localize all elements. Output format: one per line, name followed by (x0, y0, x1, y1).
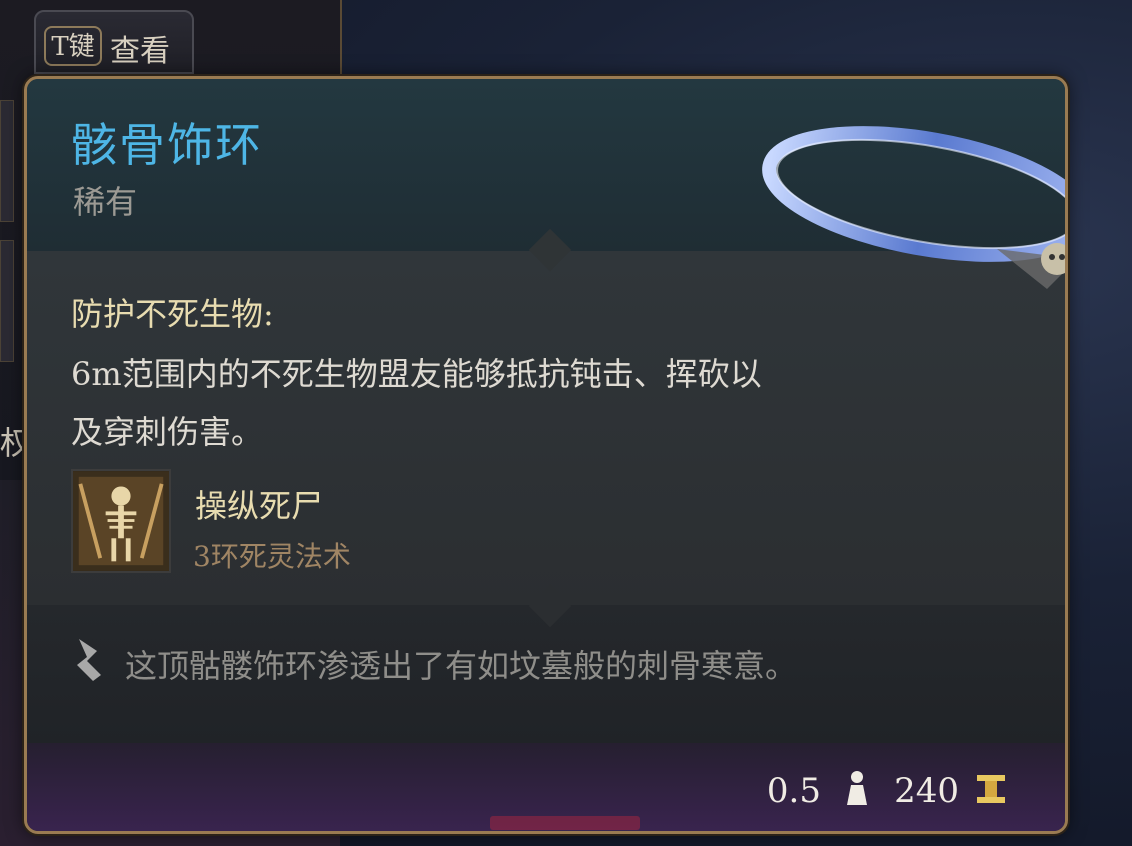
flavor-text: 这顶骷髅饰环渗透出了有如坟墓般的刺骨寒意。 (125, 647, 798, 685)
weight-value: 0.5 (766, 771, 821, 811)
price-value: 240 (894, 771, 959, 811)
t-key-badge: T键 (44, 26, 102, 66)
weight-icon (847, 771, 867, 805)
effect-description: 6m范围内的不死生物盟友能够抵抗钝击、挥砍以及穿刺伤害。 (71, 355, 762, 451)
item-rarity: 稀有 (73, 183, 138, 221)
inventory-slot (0, 240, 14, 362)
spell-name: 操纵死尸 (195, 487, 324, 525)
item-name: 骸骨饰环 (71, 118, 263, 172)
inspect-hint[interactable]: T键 查看 (34, 10, 194, 74)
spell-level: 3环死灵法术 (193, 540, 351, 573)
gold-coin-icon (977, 775, 1005, 803)
quill-icon (77, 639, 101, 681)
inspect-label: 查看 (110, 34, 170, 69)
effect-title: 防护不死生物: (71, 295, 274, 333)
skeleton-icon[interactable] (71, 469, 171, 573)
watermark (490, 816, 640, 830)
circlet-icon (762, 126, 1065, 289)
inventory-slot (0, 100, 14, 222)
item-tooltip: 骸骨饰环 稀有 防护不死生物: 6m范围内的不死生物盟友能够抵抗钝击、挥砍以及穿… (24, 76, 1068, 834)
